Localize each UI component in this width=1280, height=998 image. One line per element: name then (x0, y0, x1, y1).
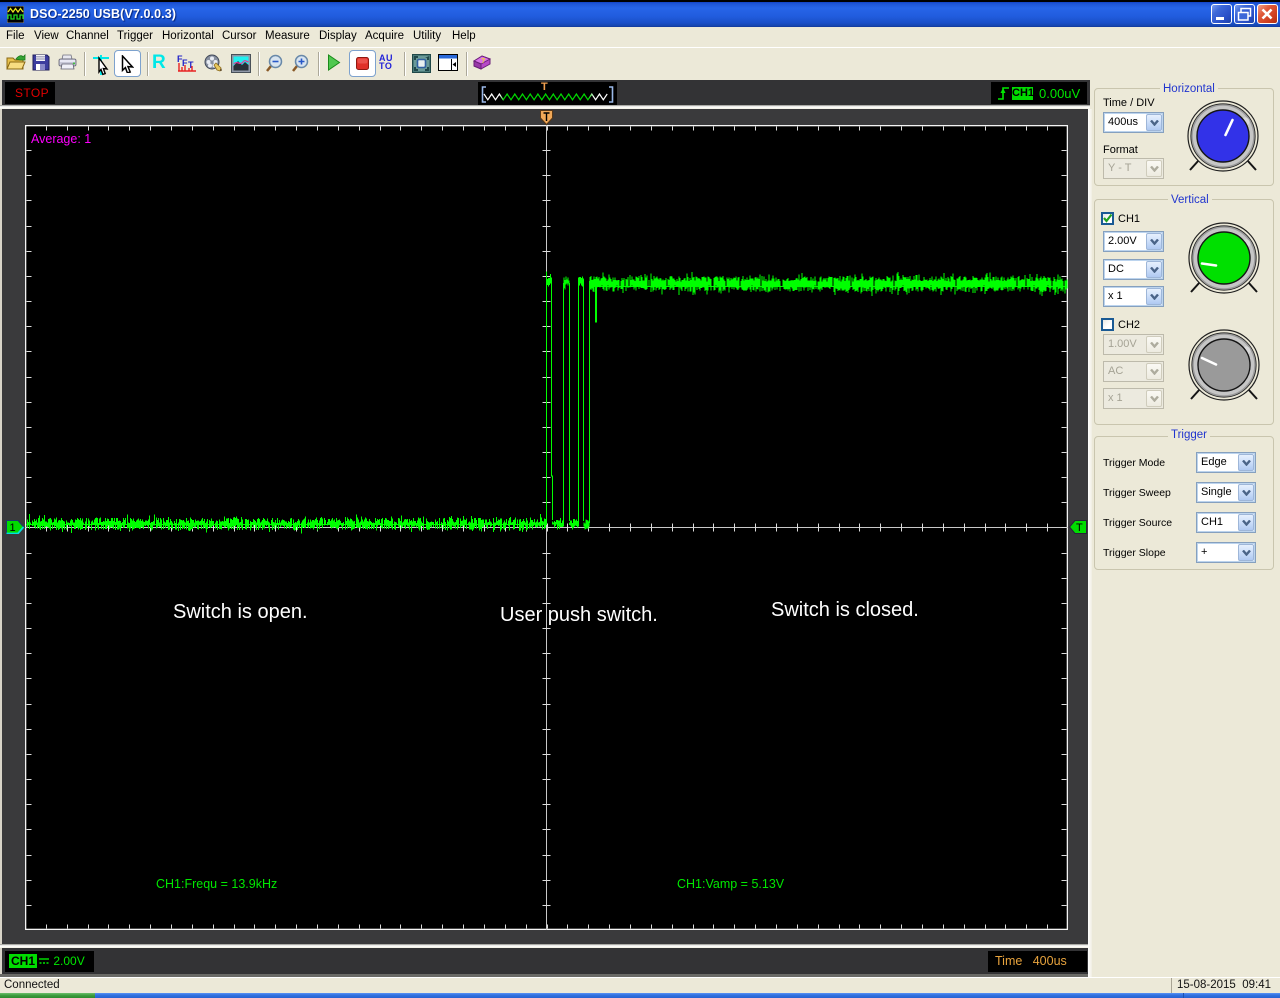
svg-text:1: 1 (10, 522, 16, 534)
svg-text:Average: 1: Average: 1 (31, 132, 91, 146)
svg-text:?: ? (481, 58, 485, 65)
svg-text:Switch is closed.: Switch is closed. (771, 599, 919, 621)
svg-text:CH1:Vamp = 5.13V: CH1:Vamp = 5.13V (677, 877, 785, 891)
svg-text:CH1:Frequ = 13.9kHz: CH1:Frequ = 13.9kHz (156, 877, 277, 891)
svg-text:User push switch.: User push switch. (500, 604, 658, 626)
svg-text:T: T (1076, 522, 1083, 534)
svg-text:Switch is open.: Switch is open. (173, 601, 308, 623)
